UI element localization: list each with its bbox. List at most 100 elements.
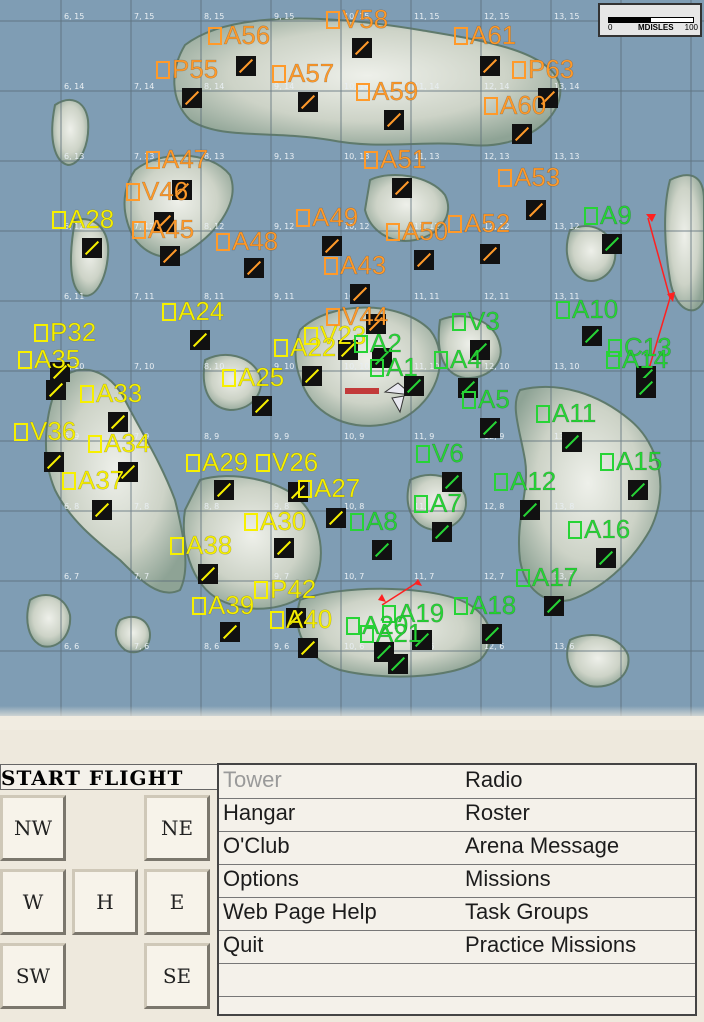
- airfield-icon[interactable]: [562, 432, 582, 452]
- base-label-a59[interactable]: A59: [356, 78, 419, 104]
- base-label-a24[interactable]: A24: [162, 298, 225, 324]
- airfield-icon[interactable]: [92, 500, 112, 520]
- menu-quit[interactable]: Quit: [223, 932, 263, 958]
- base-label-a4[interactable]: A4: [434, 346, 482, 372]
- base-label-a28[interactable]: A28: [52, 206, 115, 232]
- base-label-a15[interactable]: A15: [600, 448, 663, 474]
- dir-se-button[interactable]: SE: [144, 943, 210, 1009]
- airfield-icon[interactable]: [298, 638, 318, 658]
- airfield-icon[interactable]: [302, 366, 322, 386]
- airfield-icon[interactable]: [372, 540, 392, 560]
- dir-ne-button[interactable]: NE: [144, 795, 210, 861]
- airfield-icon[interactable]: [628, 480, 648, 500]
- airfield-icon[interactable]: [198, 564, 218, 584]
- base-label-a56[interactable]: A56: [208, 22, 271, 48]
- menu-practice-missions[interactable]: Practice Missions: [465, 932, 636, 958]
- base-label-a40[interactable]: A40: [270, 606, 333, 632]
- dir-sw-button[interactable]: SW: [0, 943, 66, 1009]
- airfield-icon[interactable]: [432, 522, 452, 542]
- airfield-icon[interactable]: [352, 38, 372, 58]
- base-label-a16[interactable]: A16: [568, 516, 631, 542]
- airfield-icon[interactable]: [602, 234, 622, 254]
- airfield-icon[interactable]: [82, 238, 102, 258]
- airfield-icon[interactable]: [384, 110, 404, 130]
- base-label-a61[interactable]: A61: [454, 22, 517, 48]
- base-label-a21[interactable]: A21: [360, 620, 423, 646]
- airfield-icon[interactable]: [388, 654, 408, 674]
- base-label-a51[interactable]: A51: [364, 146, 427, 172]
- airfield-icon[interactable]: [636, 378, 656, 398]
- airfield-icon[interactable]: [480, 418, 500, 438]
- menu-options[interactable]: Options: [223, 866, 299, 892]
- menu-arena-message[interactable]: Arena Message: [465, 833, 619, 859]
- strategic-map[interactable]: 6, 15 7, 15 8, 15 9, 15 10, 15 11, 15 12, 15 13…: [0, 0, 704, 716]
- base-label-a38[interactable]: A38: [170, 532, 233, 558]
- airfield-icon[interactable]: [326, 508, 346, 528]
- menu-hangar[interactable]: Hangar: [223, 800, 295, 826]
- base-label-a22[interactable]: A22: [274, 334, 337, 360]
- base-label-a5[interactable]: A5: [462, 386, 510, 412]
- airfield-icon[interactable]: [596, 548, 616, 568]
- airfield-icon[interactable]: [480, 56, 500, 76]
- base-label-a52[interactable]: A52: [448, 210, 511, 236]
- base-label-a9[interactable]: A9: [584, 202, 632, 228]
- base-label-a12[interactable]: A12: [494, 468, 557, 494]
- base-label-v46[interactable]: V46: [126, 178, 189, 204]
- airfield-icon[interactable]: [480, 244, 500, 264]
- base-label-v26[interactable]: V26: [256, 449, 319, 475]
- menu-tower[interactable]: Tower: [223, 767, 282, 793]
- airfield-icon[interactable]: [220, 622, 240, 642]
- menu-radio[interactable]: Radio: [465, 767, 522, 793]
- base-label-a48[interactable]: A48: [216, 228, 279, 254]
- menu-oclub[interactable]: O'Club: [223, 833, 290, 859]
- base-label-a17[interactable]: A17: [516, 564, 579, 590]
- base-label-p32[interactable]: P32: [34, 319, 97, 345]
- dir-h-button[interactable]: H: [72, 869, 138, 935]
- base-label-a11[interactable]: A11: [536, 400, 597, 426]
- dir-w-button[interactable]: W: [0, 869, 66, 935]
- airfield-icon[interactable]: [274, 538, 294, 558]
- dir-e-button[interactable]: E: [144, 869, 210, 935]
- base-label-a57[interactable]: A57: [272, 60, 335, 86]
- base-label-a49[interactable]: A49: [296, 204, 359, 230]
- base-label-v6[interactable]: V6: [416, 440, 464, 466]
- base-label-a39[interactable]: A39: [192, 592, 255, 618]
- base-label-a53[interactable]: A53: [498, 164, 561, 190]
- base-label-a45[interactable]: A45: [132, 216, 195, 242]
- airfield-icon[interactable]: [46, 380, 66, 400]
- dir-nw-button[interactable]: NW: [0, 795, 66, 861]
- base-label-a43[interactable]: A43: [324, 252, 387, 278]
- airfield-icon[interactable]: [544, 596, 564, 616]
- base-label-a14[interactable]: A14: [606, 346, 669, 372]
- airfield-icon[interactable]: [414, 250, 434, 270]
- base-label-a60[interactable]: A60: [484, 92, 547, 118]
- base-label-p55[interactable]: P55: [156, 56, 219, 82]
- base-label-v36[interactable]: V36: [14, 418, 77, 444]
- airfield-icon[interactable]: [44, 452, 64, 472]
- base-label-a8[interactable]: A8: [350, 508, 398, 534]
- airfield-icon[interactable]: [392, 178, 412, 198]
- airfield-icon[interactable]: [512, 124, 532, 144]
- base-label-a35[interactable]: A35: [18, 346, 81, 372]
- airfield-icon[interactable]: [520, 500, 540, 520]
- airfield-icon[interactable]: [236, 56, 256, 76]
- base-label-v58[interactable]: V58: [326, 6, 389, 32]
- base-label-a34[interactable]: A34: [88, 430, 151, 456]
- base-label-a33[interactable]: A33: [80, 380, 143, 406]
- base-label-a37[interactable]: A37: [62, 467, 125, 493]
- base-label-a18[interactable]: A18: [454, 592, 517, 618]
- base-label-a30[interactable]: A30: [244, 508, 307, 534]
- airfield-icon[interactable]: [482, 624, 502, 644]
- airfield-icon[interactable]: [244, 258, 264, 278]
- airfield-icon[interactable]: [182, 88, 202, 108]
- menu-web-page-help[interactable]: Web Page Help: [223, 899, 377, 925]
- airfield-icon[interactable]: [298, 92, 318, 112]
- airfield-icon[interactable]: [582, 326, 602, 346]
- menu-roster[interactable]: Roster: [465, 800, 530, 826]
- airfield-icon[interactable]: [526, 200, 546, 220]
- airfield-icon[interactable]: [190, 330, 210, 350]
- base-label-a10[interactable]: A10: [556, 296, 619, 322]
- menu-missions[interactable]: Missions: [465, 866, 551, 892]
- airfield-icon[interactable]: [160, 246, 180, 266]
- airfield-icon[interactable]: [252, 396, 272, 416]
